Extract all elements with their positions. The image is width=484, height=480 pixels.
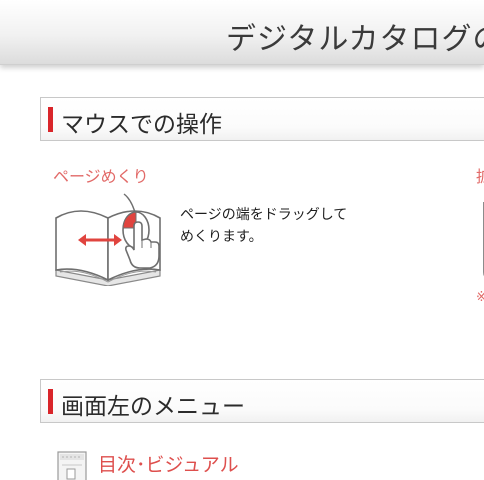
- catalog-help-page: デジタルカタログの マウスでの操作 ページめくり ページの端をドラッグして めく…: [0, 0, 484, 480]
- toc-document-icon: [57, 451, 87, 480]
- section-marker: [48, 389, 53, 414]
- section-title-menu: 画面左のメニュー: [61, 394, 245, 420]
- page-turn-description-line2: めくります。: [180, 229, 263, 245]
- page-turn-description: ページの端をドラッグして めくります。: [180, 204, 347, 248]
- page-turn-description-line1: ページの端をドラッグして: [180, 207, 348, 223]
- section-mouse-operations: マウスでの操作: [40, 97, 484, 141]
- zoom-note-clipped: ※: [476, 290, 484, 305]
- section-marker: [48, 107, 53, 132]
- header-bar: デジタルカタログの: [0, 0, 484, 65]
- section-left-menu: 画面左のメニュー: [40, 379, 484, 423]
- zoom-illustration-clipped: [483, 202, 484, 277]
- page-turn-heading: ページめくり: [53, 167, 149, 186]
- zoom-heading-clipped: 拡: [476, 163, 484, 187]
- toc-visual-link[interactable]: 目次･ビジュアル: [98, 450, 239, 477]
- page-title: デジタルカタログの: [226, 22, 484, 57]
- section-title-mouse: マウスでの操作: [61, 112, 222, 138]
- book-with-mouse-icon: [55, 193, 161, 286]
